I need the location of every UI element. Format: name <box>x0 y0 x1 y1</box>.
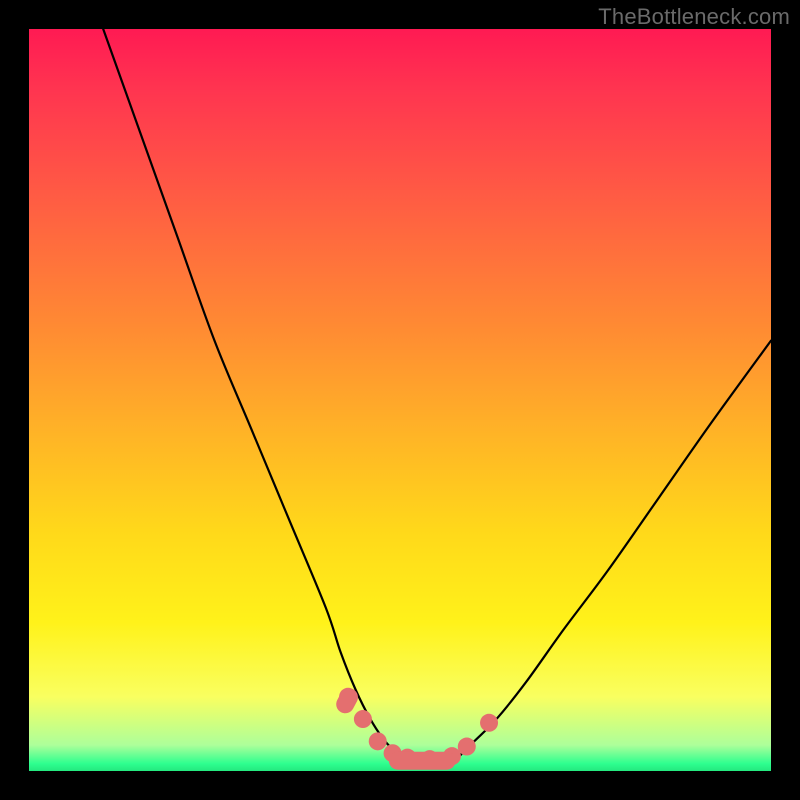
watermark-text: TheBottleneck.com <box>598 4 790 30</box>
marker-m2 <box>354 710 372 728</box>
chart-svg <box>29 29 771 771</box>
marker-m9 <box>480 714 498 732</box>
plot-area <box>29 29 771 771</box>
marker-m3 <box>369 732 387 750</box>
marker-m8 <box>458 738 476 756</box>
curve-left-curve <box>103 29 400 756</box>
marker-left-capsule <box>333 685 361 716</box>
marker-bottom-capsule <box>389 752 456 770</box>
curve-right-curve <box>459 341 771 757</box>
chart-frame: TheBottleneck.com <box>0 0 800 800</box>
